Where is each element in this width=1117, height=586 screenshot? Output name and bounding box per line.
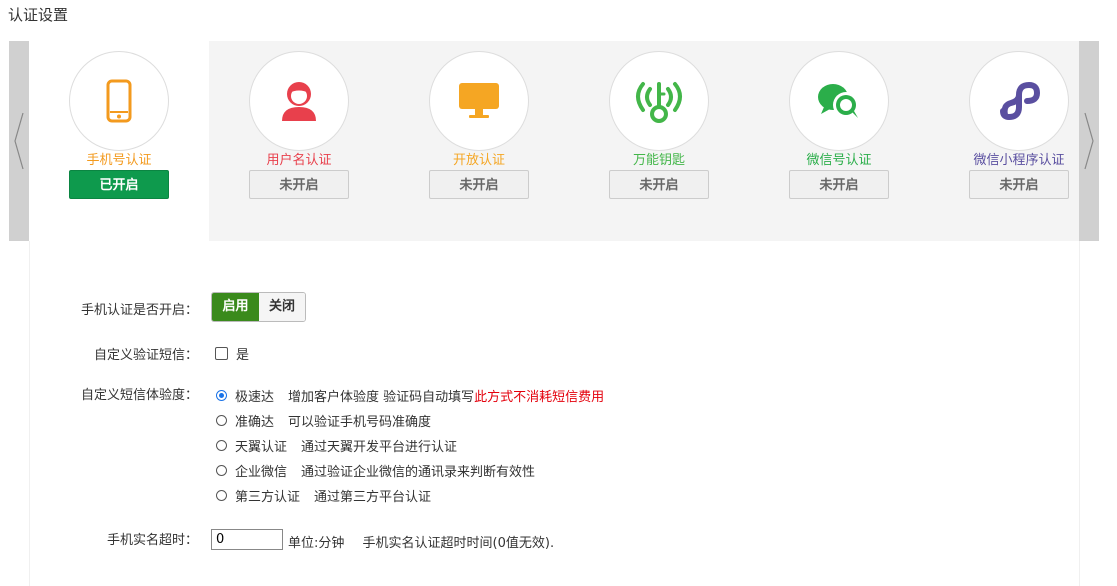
auth-card-label: 开放认证 (452, 153, 505, 168)
sms-option-name: 极速达 (235, 390, 275, 405)
sms-option-radio[interactable] (216, 465, 227, 476)
sms-option-row: 天翼认证 通过天翼开发平台进行认证 (216, 436, 457, 455)
enable-label: 手机认证是否开启： (80, 303, 198, 318)
auth-method-carousel: 手机号认证 已开启 用户名认证 未开启 开放认证 未开启 万能钥匙 未开启 微信… (9, 41, 1099, 241)
mini-program-icon (1000, 81, 1041, 121)
auth-card-label: 万能钥匙 (632, 153, 685, 168)
auth-status-button[interactable]: 未开启 (429, 170, 529, 199)
wifi-key-icon (636, 82, 682, 123)
auth-card-icon-circle[interactable] (69, 51, 169, 151)
sms-option-row: 企业微信 通过验证企业微信的通讯录来判断有效性 (216, 461, 535, 480)
timeout-desc: 手机实名认证超时时间(0值无效). (362, 536, 555, 551)
carousel-prev-button[interactable] (9, 41, 29, 241)
auth-card-label: 手机号认证 (86, 153, 152, 168)
sms-option-radio[interactable] (216, 440, 227, 451)
sms-option-desc: 通过第三方平台认证 (314, 490, 432, 505)
auth-card-username[interactable]: 用户名认证 未开启 (239, 51, 359, 199)
sms-option-desc: 通过验证企业微信的通讯录来判断有效性 (301, 465, 536, 480)
auth-card-wifi-key[interactable]: 万能钥匙 未开启 (599, 51, 719, 199)
timeout-label: 手机实名超时： (106, 533, 198, 548)
auth-status-button[interactable]: 未开启 (789, 170, 889, 199)
sms-option-note: 此方式不消耗短信费用 (474, 390, 605, 405)
sms-option-name: 第三方认证 (235, 490, 301, 505)
timeout-unit-row: 单位:分钟 手机实名认证超时时间(0值无效). (288, 532, 554, 551)
auth-status-button[interactable]: 未开启 (969, 170, 1069, 199)
enable-toggle: 启用 关闭 (211, 292, 306, 322)
sms-option-name: 天翼认证 (235, 440, 288, 455)
sms-option-row: 第三方认证 通过第三方平台认证 (216, 486, 431, 505)
auth-card-mini-program[interactable]: 微信小程序认证 未开启 (959, 51, 1079, 199)
timeout-input[interactable] (211, 529, 283, 550)
auth-card-label: 微信小程序认证 (973, 153, 1065, 168)
carousel-next-button[interactable] (1079, 41, 1099, 241)
sms-option-desc: 可以验证手机号码准确度 (288, 415, 432, 430)
chevron-left-icon (14, 112, 24, 170)
custom-sms-option-label: 是 (236, 348, 250, 363)
custom-sms-checkbox-row: 是 (215, 344, 249, 363)
sms-option-row: 极速达 增加客户体验度 验证码自动填写 此方式不消耗短信费用 (216, 386, 604, 405)
sms-option-radio[interactable] (216, 415, 227, 426)
auth-card-label: 微信号认证 (806, 153, 872, 168)
sms-option-row: 准确达 可以验证手机号码准确度 (216, 411, 431, 430)
enable-on-button[interactable]: 启用 (212, 293, 259, 321)
auth-status-button[interactable]: 未开启 (249, 170, 349, 199)
auth-card-open[interactable]: 开放认证 未开启 (419, 51, 539, 199)
sms-option-desc: 通过天翼开发平台进行认证 (301, 440, 458, 455)
auth-card-wechat[interactable]: 微信号认证 未开启 (779, 51, 899, 199)
auth-card-label: 用户名认证 (266, 153, 332, 168)
auth-card-icon-circle[interactable] (249, 51, 349, 151)
auth-status-button[interactable]: 未开启 (609, 170, 709, 199)
enable-off-button[interactable]: 关闭 (259, 293, 305, 321)
auth-card-icon-circle[interactable] (429, 51, 529, 151)
auth-card-phone[interactable]: 手机号认证 已开启 (59, 51, 179, 199)
sms-option-radio[interactable] (216, 490, 227, 501)
auth-card-icon-circle[interactable] (789, 51, 889, 151)
sms-exp-label: 自定义短信体验度： (80, 388, 198, 403)
chevron-right-icon (1084, 112, 1094, 170)
auth-card-icon-circle[interactable] (609, 51, 709, 151)
phone-icon (106, 79, 132, 123)
sms-option-name: 企业微信 (235, 465, 288, 480)
sms-option-name: 准确达 (235, 415, 275, 430)
timeout-unit: 单位:分钟 (288, 536, 345, 551)
auth-status-button[interactable]: 已开启 (69, 170, 169, 199)
custom-sms-checkbox[interactable] (215, 347, 228, 360)
user-icon (282, 82, 316, 121)
sms-option-radio[interactable] (216, 390, 227, 401)
monitor-icon (459, 83, 499, 118)
custom-sms-label: 自定义验证短信： (93, 348, 198, 363)
sms-option-desc: 增加客户体验度 验证码自动填写 (288, 390, 475, 405)
page-title: 认证设置 (8, 6, 69, 24)
auth-card-icon-circle[interactable] (969, 51, 1069, 151)
wechat-icon (818, 84, 859, 118)
